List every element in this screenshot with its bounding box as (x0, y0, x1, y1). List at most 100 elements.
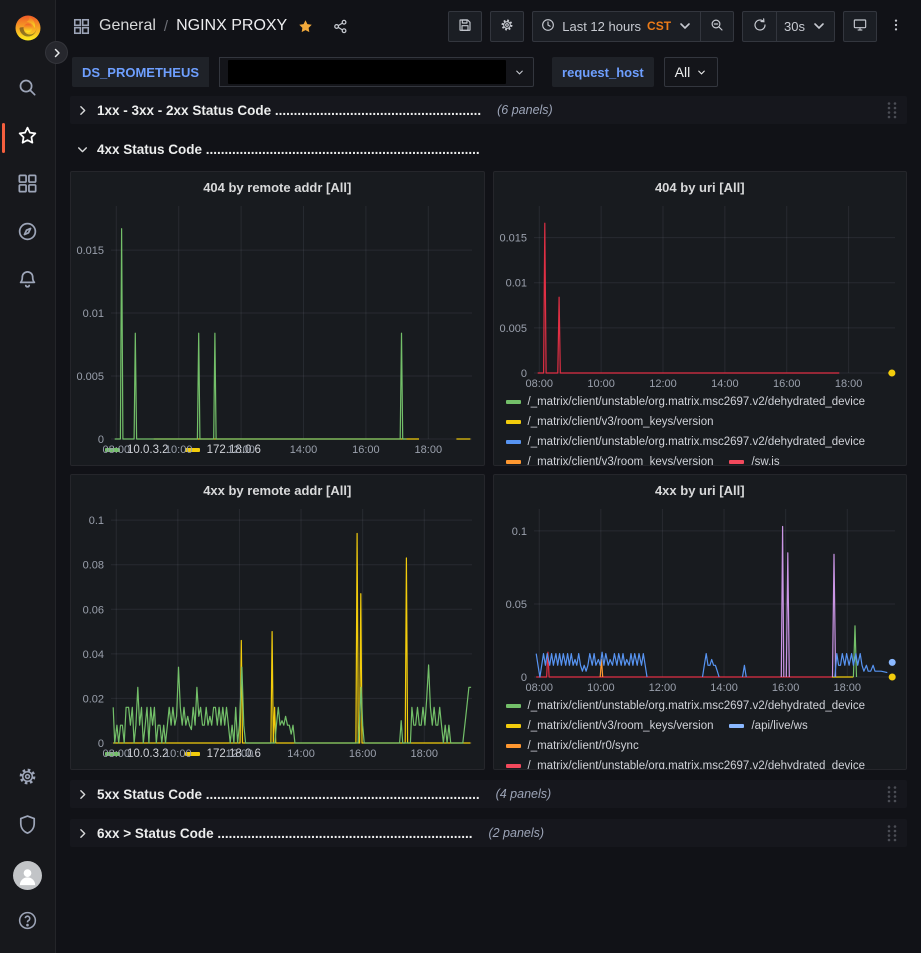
refresh-button[interactable] (742, 11, 776, 42)
legend-label: /sw.js (751, 453, 779, 465)
datasource-value-redacted (228, 60, 506, 84)
monitor-icon (852, 17, 868, 36)
svg-text:08:00: 08:00 (525, 378, 553, 390)
sidebar-item-dashboards[interactable] (0, 162, 56, 210)
svg-text:0.01: 0.01 (505, 278, 526, 290)
panel-title[interactable]: 4xx by remote addr [All] (71, 475, 484, 501)
legend-item[interactable]: /_matrix/client/v3/room_keys/version (506, 717, 714, 735)
favorite-star-icon[interactable] (297, 18, 314, 35)
legend-item[interactable]: /_matrix/client/unstable/org.matrix.msc2… (506, 757, 866, 769)
svg-text:18:00: 18:00 (834, 378, 862, 390)
panel-title[interactable]: 404 by remote addr [All] (71, 172, 484, 198)
more-options-button[interactable] (885, 11, 907, 42)
sidebar-item-alerting[interactable] (0, 258, 56, 306)
time-series-chart[interactable]: 00.0050.010.01508:0010:0012:0014:0016:00… (494, 198, 907, 391)
legend-item[interactable]: /_matrix/client/unstable/org.matrix.msc2… (506, 697, 866, 715)
save-dashboard-button[interactable] (448, 11, 482, 42)
datasource-variable-label[interactable]: DS_PROMETHEUS (72, 57, 209, 87)
legend-label: /_matrix/client/unstable/org.matrix.msc2… (528, 757, 866, 769)
sidebar-item-configuration[interactable] (0, 755, 56, 803)
datasource-variable-dropdown[interactable] (219, 57, 534, 87)
legend-swatch (506, 704, 521, 708)
sidebar-item-profile[interactable] (0, 851, 56, 899)
zoom-out-icon (709, 17, 725, 36)
chevron-down-icon (696, 67, 707, 78)
legend-item[interactable]: /_matrix/client/v3/room_keys/version (506, 453, 714, 465)
legend-label: /_matrix/client/v3/room_keys/version (528, 717, 714, 735)
legend-label: /_matrix/client/unstable/org.matrix.msc2… (528, 697, 866, 715)
chevron-right-icon (76, 104, 89, 117)
svg-text:12:00: 12:00 (649, 378, 677, 390)
grafana-logo[interactable] (11, 10, 45, 44)
panel-4xx-by-uri: 4xx by uri [All] 00.050.108:0010:0012:00… (493, 474, 908, 770)
panel-title[interactable]: 404 by uri [All] (494, 172, 907, 198)
chevron-down-icon (811, 18, 827, 34)
sidebar-item-server-admin[interactable] (0, 803, 56, 851)
row-panel-count: (4 panels) (496, 787, 552, 801)
svg-text:0.01: 0.01 (83, 308, 104, 320)
legend-label: /_matrix/client/v3/room_keys/version (528, 413, 714, 431)
dashboard-toolbar: General / NGINX PROXY Last 12 hours CST (56, 0, 921, 52)
clock-icon (540, 17, 556, 36)
svg-text:08:00: 08:00 (102, 748, 130, 760)
drag-handle-icon[interactable] (885, 824, 899, 842)
drag-handle-icon[interactable] (885, 785, 899, 803)
svg-text:16:00: 16:00 (352, 444, 380, 456)
refresh-group: 30s (742, 11, 835, 42)
expand-sidebar-button[interactable] (45, 41, 68, 64)
row-title: 6xx > Status Code ......................… (97, 826, 472, 841)
svg-text:0.02: 0.02 (83, 693, 104, 705)
row-4xx[interactable]: 4xx Status Code ........................… (70, 135, 907, 163)
dashboard-settings-button[interactable] (490, 11, 524, 42)
row-5xx[interactable]: 5xx Status Code ........................… (70, 780, 907, 808)
row-6xx[interactable]: 6xx > Status Code ......................… (70, 819, 907, 847)
time-series-chart[interactable]: 00.020.040.060.080.108:0010:0012:0014:00… (71, 501, 484, 743)
dashboard-title[interactable]: NGINX PROXY (176, 17, 287, 35)
zoom-out-button[interactable] (700, 11, 734, 42)
sidebar (0, 0, 56, 953)
kiosk-mode-button[interactable] (843, 11, 877, 42)
sidebar-item-starred[interactable] (0, 114, 56, 162)
row-1xx-3xx-2xx[interactable]: 1xx - 3xx - 2xx Status Code ............… (70, 96, 907, 124)
legend-label: /api/live/ws (751, 717, 807, 735)
legend-swatch (506, 764, 521, 768)
legend-item[interactable]: /api/live/ws (729, 717, 807, 735)
legend-item[interactable]: /_matrix/client/r0/sync (506, 737, 639, 755)
chevron-down-icon (514, 67, 525, 78)
sidebar-item-help[interactable] (0, 899, 56, 947)
kebab-icon (888, 17, 904, 36)
refresh-interval-dropdown[interactable]: 30s (776, 11, 835, 42)
legend-swatch (506, 744, 521, 748)
legend-item[interactable]: /sw.js (729, 453, 779, 465)
refresh-icon (752, 17, 768, 36)
svg-text:14:00: 14:00 (710, 682, 738, 694)
drag-handle-icon[interactable] (885, 101, 899, 119)
sidebar-item-search[interactable] (0, 66, 56, 114)
share-icon[interactable] (332, 18, 349, 35)
panel-404-by-remote-addr: 404 by remote addr [All] 00.0050.010.015… (70, 171, 485, 466)
sidebar-item-explore[interactable] (0, 210, 56, 258)
panel-title[interactable]: 4xx by uri [All] (494, 475, 907, 501)
svg-text:18:00: 18:00 (833, 682, 861, 694)
bell-icon (16, 268, 39, 296)
user-avatar (13, 861, 42, 890)
request-host-variable-label[interactable]: request_host (552, 57, 654, 87)
legend-label: /_matrix/client/unstable/org.matrix.msc2… (528, 393, 866, 411)
time-series-chart[interactable]: 00.050.108:0010:0012:0014:0016:0018:00 (494, 501, 907, 695)
svg-text:08:00: 08:00 (525, 682, 553, 694)
apps-grid-icon[interactable] (72, 17, 91, 36)
request-host-value: All (675, 64, 691, 80)
legend-item[interactable]: /_matrix/client/unstable/org.matrix.msc2… (506, 433, 866, 451)
request-host-dropdown[interactable]: All (664, 57, 719, 87)
chevron-down-icon (677, 18, 693, 34)
legend-item[interactable]: /_matrix/client/unstable/org.matrix.msc2… (506, 393, 866, 411)
chart-legend: /_matrix/client/unstable/org.matrix.msc2… (494, 391, 907, 465)
breadcrumb-folder[interactable]: General (99, 17, 156, 35)
dashboard-panels-area: 1xx - 3xx - 2xx Status Code ............… (56, 92, 921, 953)
gear-icon (499, 17, 515, 36)
legend-label: /_matrix/client/v3/room_keys/version (528, 453, 714, 465)
legend-item[interactable]: /_matrix/client/v3/room_keys/version (506, 413, 714, 431)
svg-text:16:00: 16:00 (349, 748, 377, 760)
time-series-chart[interactable]: 00.0050.010.01508:0010:0012:0014:0016:00… (71, 198, 484, 439)
time-range-picker[interactable]: Last 12 hours CST (532, 11, 700, 42)
